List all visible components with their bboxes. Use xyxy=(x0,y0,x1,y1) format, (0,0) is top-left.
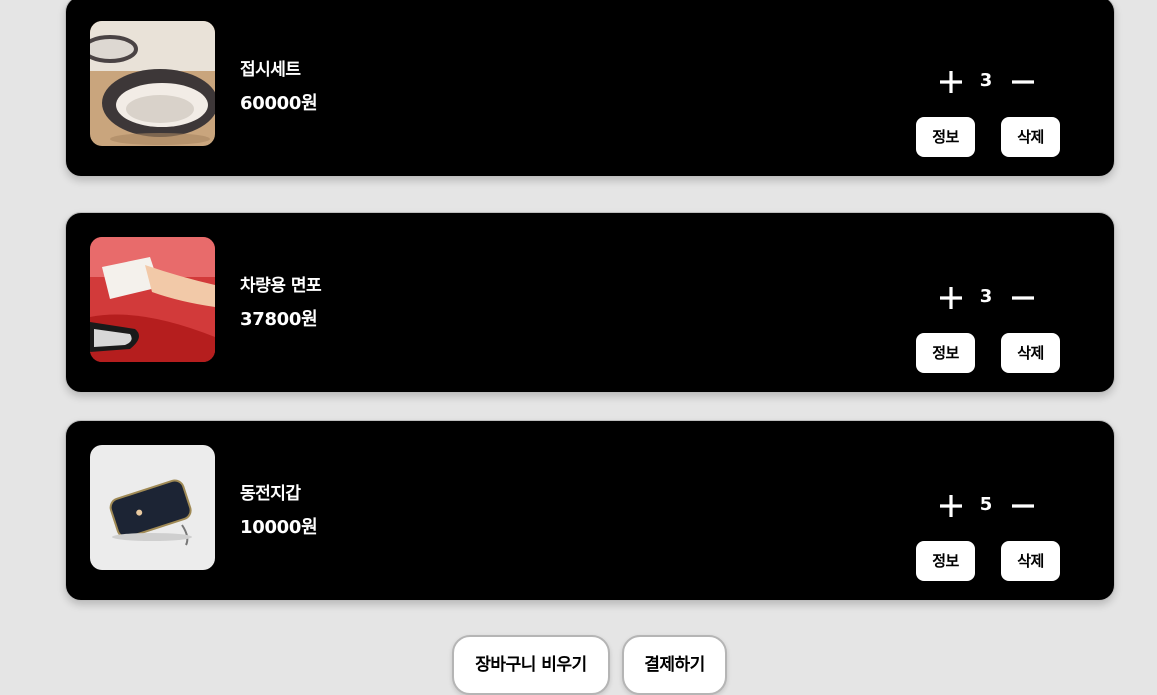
product-price: 60000원 xyxy=(240,93,318,114)
checkout-button[interactable]: 결제하기 xyxy=(622,635,727,695)
plus-icon[interactable] xyxy=(938,285,964,311)
product-image xyxy=(90,21,215,146)
plus-icon[interactable] xyxy=(938,493,964,519)
minus-icon[interactable] xyxy=(1010,493,1036,519)
quantity-stepper: 5 xyxy=(936,493,1036,519)
product-price: 10000원 xyxy=(240,517,318,538)
cart-item-card: 접시세트 60000원 3 정보 삭제 xyxy=(65,0,1115,177)
quantity-stepper: 3 xyxy=(936,69,1036,95)
minus-icon[interactable] xyxy=(1010,69,1036,95)
delete-button[interactable]: 삭제 xyxy=(1001,333,1060,373)
delete-button[interactable]: 삭제 xyxy=(1001,117,1060,157)
quantity-stepper: 3 xyxy=(936,285,1036,311)
car-cloth-icon xyxy=(90,237,215,362)
info-button[interactable]: 정보 xyxy=(916,541,975,581)
empty-cart-button[interactable]: 장바구니 비우기 xyxy=(452,635,610,695)
coin-wallet-icon xyxy=(90,445,215,570)
product-price: 37800원 xyxy=(240,309,318,330)
colander-dish-icon xyxy=(90,21,215,146)
product-image xyxy=(90,237,215,362)
quantity-value: 3 xyxy=(979,286,993,307)
minus-icon[interactable] xyxy=(1010,285,1036,311)
quantity-value: 3 xyxy=(979,70,993,91)
cart-item-card: 동전지갑 10000원 5 정보 삭제 xyxy=(65,420,1115,601)
product-name: 차량용 면포 xyxy=(240,276,322,296)
cart-item-card: 차량용 면포 37800원 3 정보 삭제 xyxy=(65,212,1115,393)
product-image xyxy=(90,445,215,570)
info-button[interactable]: 정보 xyxy=(916,333,975,373)
plus-icon[interactable] xyxy=(938,69,964,95)
product-name: 동전지갑 xyxy=(240,484,301,504)
quantity-value: 5 xyxy=(979,494,993,515)
product-name: 접시세트 xyxy=(240,60,301,80)
info-button[interactable]: 정보 xyxy=(916,117,975,157)
delete-button[interactable]: 삭제 xyxy=(1001,541,1060,581)
